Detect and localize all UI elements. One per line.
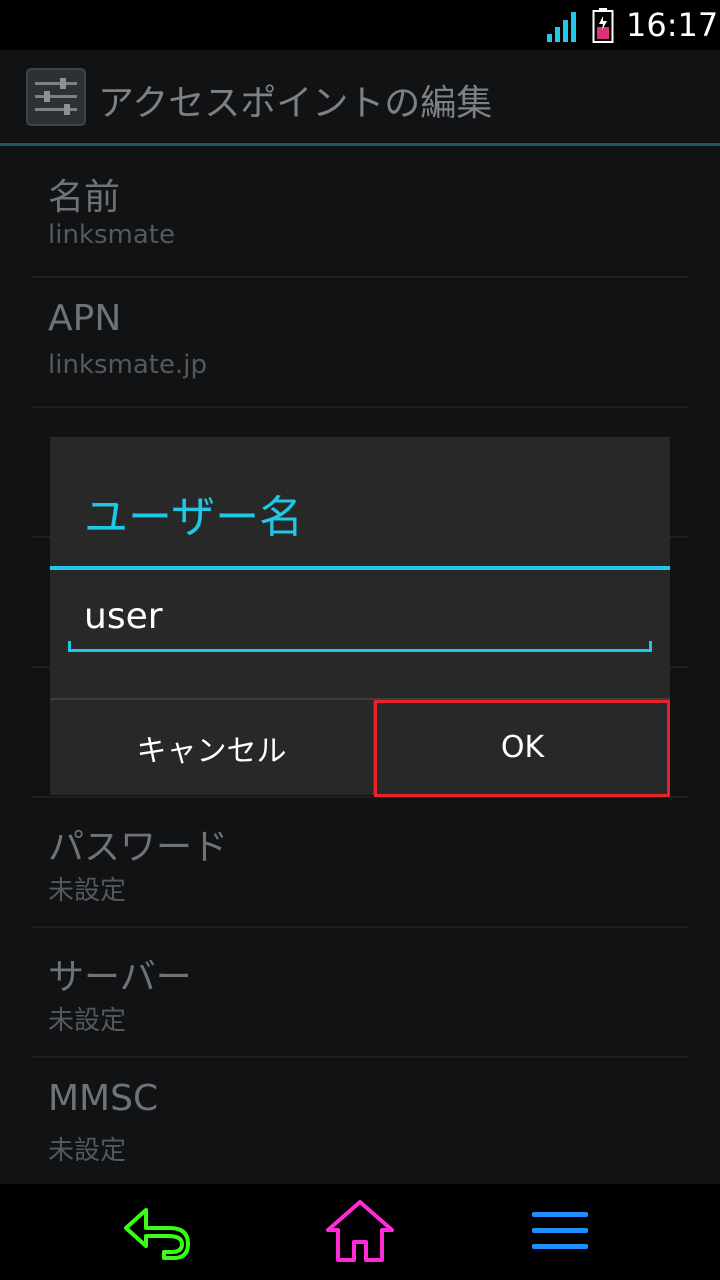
action-bar: アクセスポイントの編集 bbox=[0, 50, 720, 143]
list-item-value: 未設定 bbox=[48, 876, 127, 906]
battery-icon bbox=[592, 8, 614, 43]
list-item-server[interactable]: サーバー 未設定 bbox=[32, 926, 688, 1058]
username-dialog: ユーザー名 キャンセル OK bbox=[50, 437, 670, 795]
status-bar: 16:17 bbox=[0, 0, 720, 50]
list-item-value: 未設定 bbox=[48, 1006, 127, 1036]
list-item-value: linksmate bbox=[48, 220, 175, 250]
signal-icon bbox=[547, 12, 576, 42]
list-item-name[interactable]: 名前 linksmate bbox=[32, 146, 688, 278]
clock: 16:17 bbox=[626, 6, 719, 44]
username-input[interactable] bbox=[68, 587, 650, 645]
list-item-label: MMSC bbox=[48, 1078, 159, 1119]
list-item-label: 名前 bbox=[48, 177, 121, 218]
list-item-value: 未設定 bbox=[48, 1136, 127, 1166]
dialog-title: ユーザー名 bbox=[84, 492, 304, 543]
home-icon[interactable] bbox=[320, 1198, 400, 1264]
cancel-button[interactable]: キャンセル bbox=[50, 700, 373, 795]
username-input-container bbox=[68, 587, 652, 652]
page-title: アクセスポイントの編集 bbox=[98, 83, 493, 124]
dialog-title-divider bbox=[50, 566, 670, 570]
input-underline bbox=[68, 649, 652, 652]
list-item-value: linksmate.jp bbox=[48, 350, 207, 380]
list-item-label: サーバー bbox=[48, 957, 192, 998]
back-icon[interactable] bbox=[116, 1198, 196, 1264]
list-item-password[interactable]: パスワード 未設定 bbox=[32, 796, 688, 928]
list-item-label: APN bbox=[48, 298, 122, 339]
list-item-label: パスワード bbox=[48, 827, 229, 868]
list-item-apn[interactable]: APN linksmate.jp bbox=[32, 276, 688, 408]
menu-icon[interactable] bbox=[522, 1198, 602, 1264]
ok-button[interactable]: OK bbox=[375, 700, 670, 795]
settings-sliders-icon bbox=[26, 68, 86, 126]
list-item-mmsc[interactable]: MMSC 未設定 bbox=[32, 1056, 688, 1186]
navigation-bar bbox=[0, 1184, 720, 1280]
